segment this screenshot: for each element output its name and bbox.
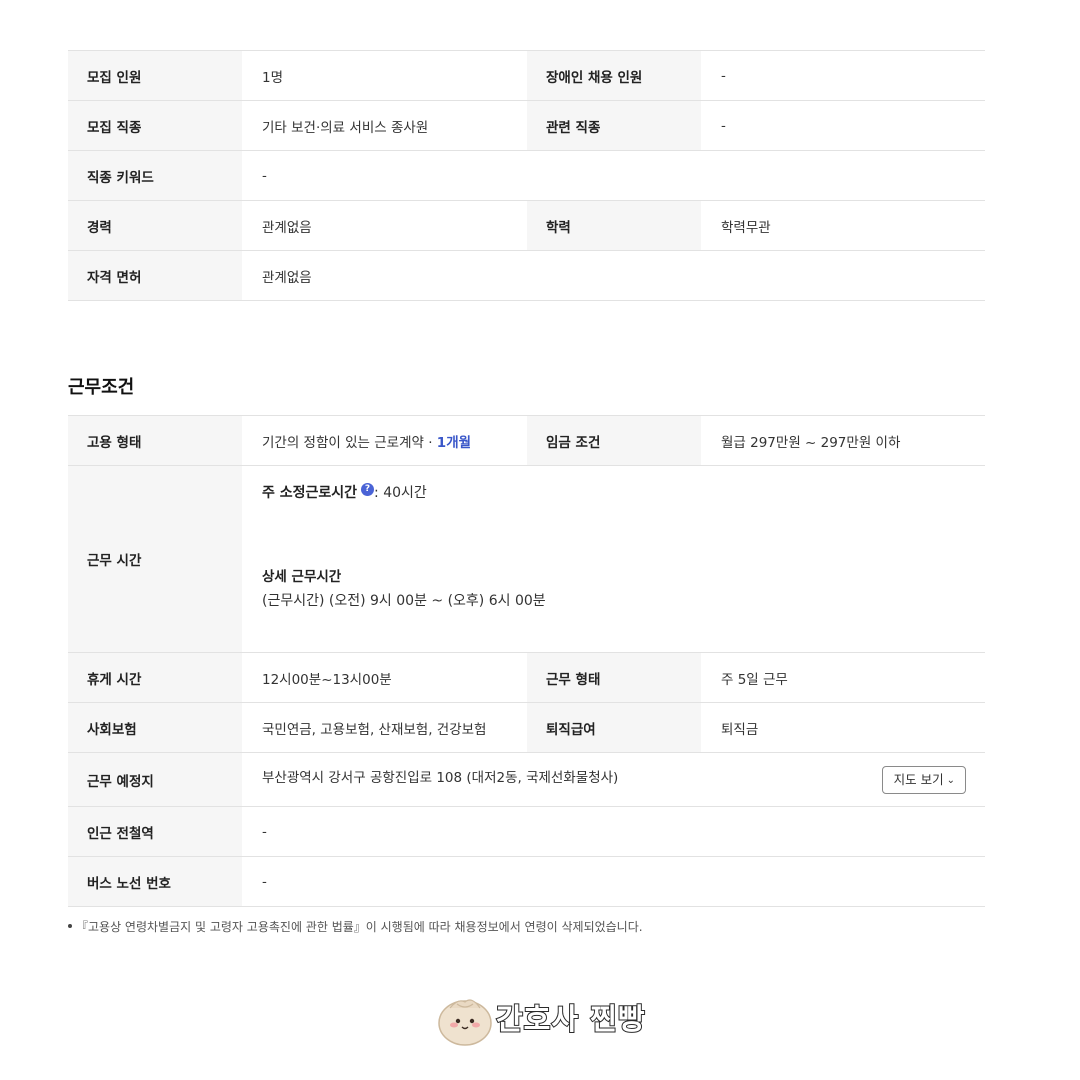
employment-type-text: 기간의 정함이 있는 근로계약 · xyxy=(262,434,437,451)
subway-label: 인근 전철역 xyxy=(68,806,242,857)
bun-mascot-icon xyxy=(438,999,492,1046)
bus-label: 버스 노선 번호 xyxy=(68,856,242,907)
map-view-button[interactable]: 지도 보기 ⌄ xyxy=(881,765,966,794)
table-row: 사회보험 국민연금, 고용보험, 산재보험, 건강보험 퇴직급여 퇴직금 xyxy=(68,702,985,753)
work-hours-label: 근무 시간 xyxy=(68,465,242,653)
location-value: 부산광역시 강서구 공항진입로 108 (대저2동, 국제선화물청사) xyxy=(262,769,619,786)
license-label: 자격 면허 xyxy=(68,250,242,301)
location-label: 근무 예정지 xyxy=(68,752,242,807)
weekly-hours: 주 소정근로시간?: 40시간 xyxy=(262,482,427,502)
severance-label: 퇴직급여 xyxy=(527,702,701,753)
detail-hours-value: (근무시간) (오전) 9시 00분 ~ (오후) 6시 00분 xyxy=(262,593,546,609)
job-type-label: 모집 직종 xyxy=(68,100,242,151)
license-value: 관계없음 xyxy=(242,250,985,301)
table-row: 근무 예정지 지도 보기 ⌄ 부산광역시 강서구 공항진입로 108 (대저2동,… xyxy=(68,752,985,807)
insurance-label: 사회보험 xyxy=(68,702,242,753)
recruit-count-value: 1명 xyxy=(242,50,527,101)
related-job-label: 관련 직종 xyxy=(527,100,701,151)
disabled-hire-value: - xyxy=(701,50,985,101)
table-row: 인근 전철역 - xyxy=(68,806,985,857)
work-hours-value: 주 소정근로시간?: 40시간 상세 근무시간 (근무시간) (오전) 9시 0… xyxy=(242,465,985,653)
table-row: 직종 키워드 - xyxy=(68,150,985,201)
recruit-info-table: 모집 인원 1명 장애인 채용 인원 - 모집 직종 기타 보건·의료 서비스 … xyxy=(68,50,985,301)
map-view-label: 지도 보기 xyxy=(893,771,944,787)
page: 모집 인원 1명 장애인 채용 인원 - 모집 직종 기타 보건·의료 서비스 … xyxy=(0,0,1080,1080)
employment-type-label: 고용 형태 xyxy=(68,415,242,466)
work-conditions-table: 고용 형태 기간의 정함이 있는 근로계약 · 1개월 임금 조건 월급 297… xyxy=(68,415,985,907)
break-label: 휴게 시간 xyxy=(68,652,242,703)
table-row: 고용 형태 기간의 정함이 있는 근로계약 · 1개월 임금 조건 월급 297… xyxy=(68,415,985,466)
age-removal-note: 『고용상 연령차별금지 및 고령자 고용촉진에 관한 법률』이 시행됨에 따라 … xyxy=(68,918,643,935)
location-cell: 지도 보기 ⌄ 부산광역시 강서구 공항진입로 108 (대저2동, 국제선화물청… xyxy=(242,752,985,807)
section-title: 근무조건 xyxy=(68,377,135,398)
table-row: 자격 면허 관계없음 xyxy=(68,250,985,301)
employment-type-value: 기간의 정함이 있는 근로계약 · 1개월 xyxy=(242,415,527,466)
weekly-hours-label: 주 소정근로시간 xyxy=(262,485,358,501)
chevron-down-icon: ⌄ xyxy=(946,774,955,786)
table-row: 모집 직종 기타 보건·의료 서비스 종사원 관련 직종 - xyxy=(68,100,985,151)
break-value: 12시00분~13시00분 xyxy=(242,652,527,703)
education-value: 학력무관 xyxy=(701,200,985,251)
wage-value: 월급 297만원 ~ 297만원 이하 xyxy=(701,415,985,466)
question-circle-icon[interactable]: ? xyxy=(361,483,375,496)
table-row: 버스 노선 번호 - xyxy=(68,856,985,907)
related-job-value: - xyxy=(701,100,985,151)
table-row: 근무 시간 주 소정근로시간?: 40시간 상세 근무시간 (근무시간) (오전… xyxy=(68,465,985,653)
wage-label: 임금 조건 xyxy=(527,415,701,466)
note-text: 『고용상 연령차별금지 및 고령자 고용촉진에 관한 법률』이 시행됨에 따라 … xyxy=(76,920,643,934)
bullet-icon xyxy=(68,924,72,928)
table-row: 경력 관계없음 학력 학력무관 xyxy=(68,200,985,251)
job-keyword-label: 직종 키워드 xyxy=(68,150,242,201)
severance-value: 퇴직금 xyxy=(701,702,985,753)
detail-hours-label: 상세 근무시간 xyxy=(262,569,342,585)
education-label: 학력 xyxy=(527,200,701,251)
weekly-hours-value: : 40시간 xyxy=(374,485,427,501)
brand-logo: 간호사 찐빵 xyxy=(436,992,660,1048)
table-row: 모집 인원 1명 장애인 채용 인원 - xyxy=(68,50,985,101)
work-form-label: 근무 형태 xyxy=(527,652,701,703)
job-type-value: 기타 보건·의료 서비스 종사원 xyxy=(242,100,527,151)
table-row: 휴게 시간 12시00분~13시00분 근무 형태 주 5일 근무 xyxy=(68,652,985,703)
work-form-value: 주 5일 근무 xyxy=(701,652,985,703)
subway-value: - xyxy=(242,806,985,857)
career-label: 경력 xyxy=(68,200,242,251)
logo-text: 간호사 찐빵 xyxy=(495,1001,646,1037)
employment-period: 1개월 xyxy=(436,434,472,451)
insurance-value: 국민연금, 고용보험, 산재보험, 건강보험 xyxy=(242,702,527,753)
recruit-count-label: 모집 인원 xyxy=(68,50,242,101)
career-value: 관계없음 xyxy=(242,200,527,251)
disabled-hire-label: 장애인 채용 인원 xyxy=(527,50,701,101)
bus-value: - xyxy=(242,856,985,907)
job-keyword-value: - xyxy=(242,150,985,201)
